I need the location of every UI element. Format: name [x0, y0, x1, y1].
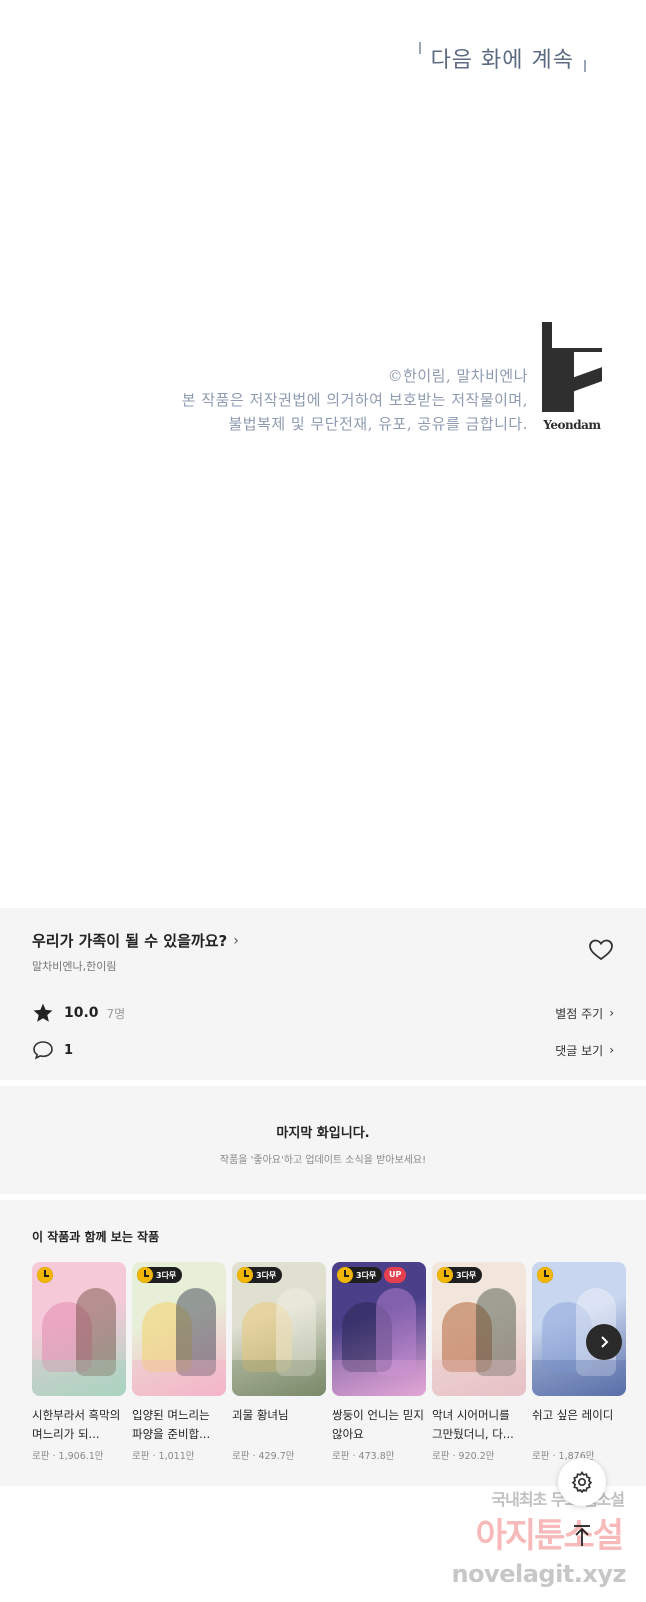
recommendation-title[interactable]: 시한부라서 흑막의 며느리가 되... — [32, 1406, 126, 1444]
recommendation-meta: 로판 · 920.2만 — [432, 1451, 495, 1462]
recommendation-heading: 이 작품과 함께 보는 작품 — [32, 1230, 160, 1244]
chevron-right-icon — [601, 1336, 609, 1348]
recommendation-thumbnail[interactable]: 3다무 — [432, 1262, 526, 1396]
quote-mark-right — [584, 60, 586, 72]
recommendation-card[interactable]: 3다무입양된 며느리는 파양을 준비합... 로판 · 1,011만 — [132, 1262, 226, 1462]
chevron-right-icon: › — [609, 1043, 614, 1057]
work-title[interactable]: 우리가 가족이 될 수 있을까요? — [32, 930, 227, 951]
publisher-logo-mark — [542, 322, 602, 412]
update-badge: UP — [384, 1267, 407, 1283]
site-watermark: 국내최초 무료 웹소설 아지툰소설 novelagit.xyz — [440, 1486, 646, 1602]
publisher-logo: Yeondam — [542, 322, 602, 434]
clock-icon — [437, 1267, 453, 1283]
rating-count: 7명 — [106, 1006, 126, 1021]
rate-button[interactable]: 별점 주기 › — [555, 1005, 614, 1022]
wait-free-badge — [37, 1267, 53, 1283]
badge-label: 3다무 — [256, 1270, 277, 1280]
clock-icon — [337, 1267, 353, 1283]
recommendation-meta: 로판 · 429.7만 — [232, 1451, 295, 1462]
wait-free-badge: 3다무 — [337, 1267, 383, 1283]
scroll-top-button[interactable] — [564, 1518, 600, 1554]
chevron-right-icon: › — [233, 932, 239, 949]
recommendation-carousel[interactable]: 시한부라서 흑막의 며느리가 되... 로판 · 1,906.1만 3다무입양된 며… — [32, 1262, 646, 1462]
clock-icon — [137, 1267, 153, 1283]
badge-label: 3다무 — [156, 1270, 177, 1280]
last-episode-title: 마지막 화입니다. — [276, 1126, 370, 1141]
recommendation-thumbnail[interactable] — [32, 1262, 126, 1396]
recommendation-thumbnail[interactable]: 3다무 — [232, 1262, 326, 1396]
view-comments-label: 댓글 보기 — [555, 1043, 604, 1058]
work-title-link[interactable]: 우리가 가족이 될 수 있을까요? › — [32, 930, 239, 951]
arrow-up-icon — [574, 1525, 590, 1546]
wait-free-badge — [537, 1267, 553, 1283]
badge-label: 3다무 — [356, 1270, 377, 1280]
recommendation-card[interactable]: 3다무괴물 황녀님로판 · 429.7만 — [232, 1262, 326, 1462]
clock-icon — [537, 1267, 553, 1283]
comment-icon — [33, 1041, 53, 1060]
recommendation-meta: 로판 · 1,906.1만 — [32, 1451, 104, 1462]
wait-free-badge: 3다무 — [237, 1267, 283, 1283]
settings-button[interactable] — [558, 1458, 606, 1506]
rating-score: 10.0 — [64, 1005, 99, 1021]
star-icon — [33, 1003, 53, 1022]
clock-icon — [37, 1267, 53, 1283]
recommendation-meta: 로판 · 1,011만 — [132, 1451, 195, 1462]
recommendation-section: 이 작품과 함께 보는 작품 시한부라서 흑막의 며느리가 되... 로판 · 1… — [0, 1200, 646, 1486]
recommendation-card[interactable]: 3다무악녀 시어머니를 그만뒀더니, 다... 로판 · 920.2만 — [432, 1262, 526, 1462]
comment-count: 1 — [64, 1042, 74, 1058]
next-episode-notice: 다음 화에 계속 — [418, 42, 586, 74]
recommendation-title[interactable]: 괴물 황녀님 — [232, 1406, 326, 1444]
recommendation-title[interactable]: 악녀 시어머니를 그만뒀더니, 다... — [432, 1406, 526, 1444]
watermark-url: novelagit.xyz — [451, 1560, 626, 1588]
last-episode-panel: 마지막 화입니다. 작품을 '좋아요'하고 업데이트 소식을 받아보세요! — [0, 1086, 646, 1194]
rate-button-label: 별점 주기 — [555, 1006, 604, 1021]
chevron-right-icon: › — [609, 1006, 614, 1020]
watermark-brand: 아지툰소설 — [475, 1516, 624, 1556]
badge-label: 3다무 — [456, 1270, 477, 1280]
recommendation-title[interactable]: 쌍둥이 언니는 믿지 않아요 — [332, 1406, 426, 1444]
work-authors: 말차비엔나,한이림 — [32, 960, 117, 973]
publisher-name: Yeondam — [543, 418, 601, 432]
recommendation-meta: 로판 · 473.8만 — [332, 1451, 395, 1462]
copyright-line: 본 작품은 저작권법에 의거하여 보호받는 저작물이며, — [181, 391, 528, 409]
carousel-next-button[interactable] — [586, 1324, 622, 1360]
gear-icon — [571, 1471, 593, 1494]
recommendation-title[interactable]: 입양된 며느리는 파양을 준비합... — [132, 1406, 226, 1444]
recommendation-card[interactable]: 3다무 UP 쌍둥이 언니는 믿지 않아요로판 · 473.8만 — [332, 1262, 426, 1462]
comment-row: 1 댓글 보기 › — [32, 1040, 614, 1060]
copyright-notice: ©한이림, 말차비엔나 본 작품은 저작권법에 의거하여 보호받는 저작물이며,… — [182, 364, 528, 436]
comic-viewer: 다음 화에 계속 ©한이림, 말차비엔나 본 작품은 저작권법에 의거하여 보호… — [0, 0, 646, 908]
recommendation-thumbnail[interactable]: 3다무 UP — [332, 1262, 426, 1396]
recommendation-title[interactable]: 쉬고 싶은 레이디 — [532, 1406, 626, 1444]
work-info-panel: 우리가 가족이 될 수 있을까요? › 말차비엔나,한이림 10.0 7명 별점… — [0, 908, 646, 1080]
clock-icon — [237, 1267, 253, 1283]
quote-mark-left — [418, 42, 421, 54]
recommendation-card[interactable]: 쉬고 싶은 레이디 로판 · 1,876만 — [532, 1262, 626, 1462]
rating-row: 10.0 7명 별점 주기 › — [32, 1002, 614, 1024]
copyright-line: ©한이림, 말차비엔나 — [387, 367, 528, 385]
next-episode-text: 다음 화에 계속 — [430, 48, 574, 73]
recommendation-card[interactable]: 시한부라서 흑막의 며느리가 되... 로판 · 1,906.1만 — [32, 1262, 126, 1462]
view-comments-button[interactable]: 댓글 보기 › — [555, 1042, 614, 1059]
heart-icon[interactable] — [588, 938, 614, 962]
wait-free-badge: 3다무 — [437, 1267, 483, 1283]
wait-free-badge: 3다무 — [137, 1267, 183, 1283]
copyright-line: 불법복제 및 무단전재, 유포, 공유를 금합니다. — [228, 415, 528, 433]
recommendation-thumbnail[interactable]: 3다무 — [132, 1262, 226, 1396]
last-episode-subtitle: 작품을 '좋아요'하고 업데이트 소식을 받아보세요! — [219, 1155, 427, 1166]
